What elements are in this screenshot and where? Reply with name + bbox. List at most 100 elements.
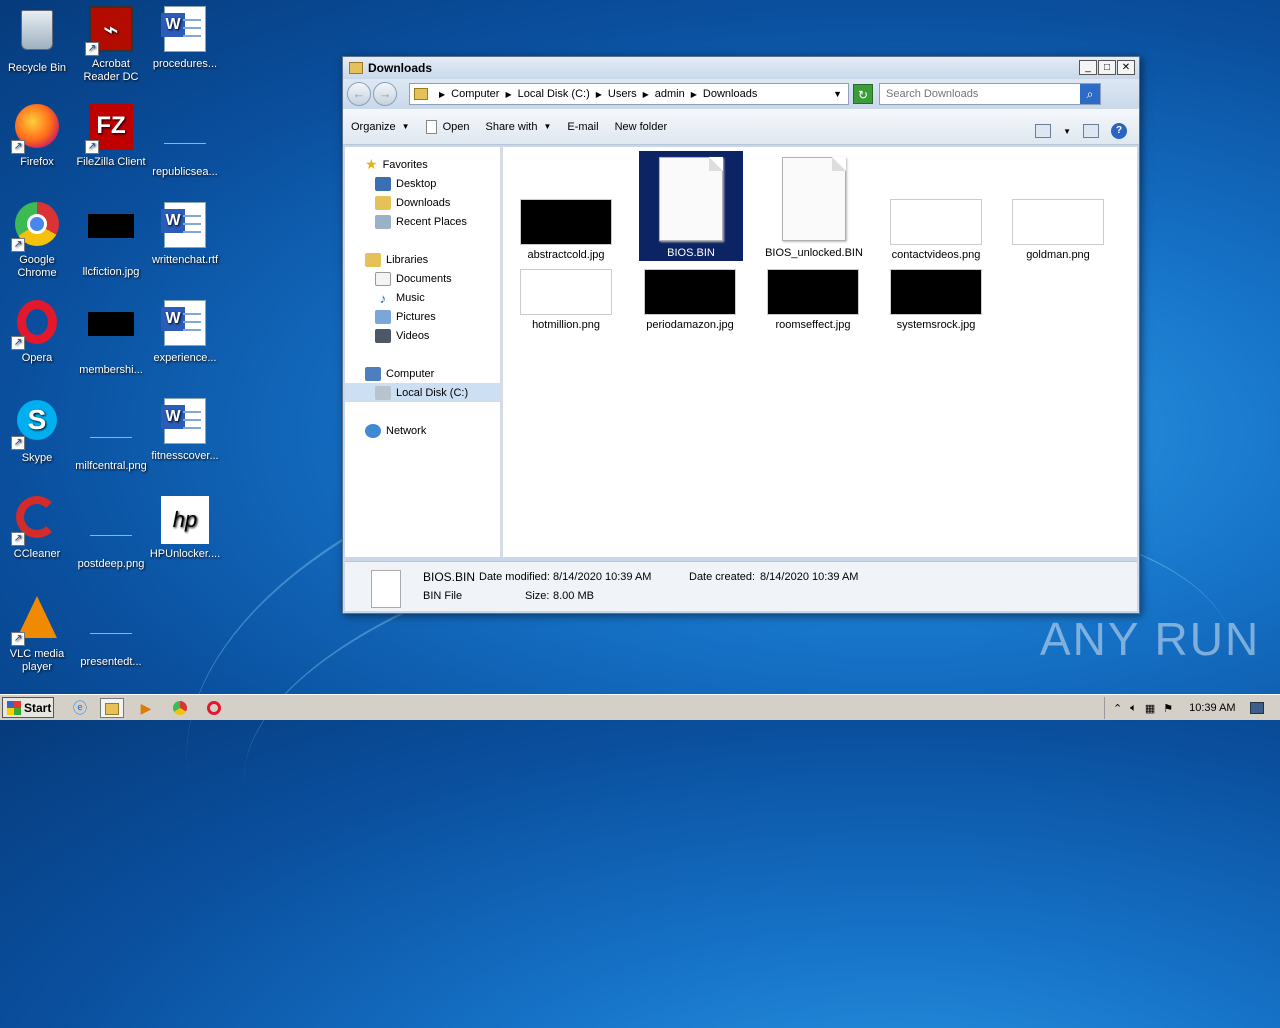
desktop-icon-milfcentral[interactable]: milfcentral.png — [74, 398, 148, 473]
desktop-icon-label: HPUnlocker.... — [149, 548, 221, 560]
explorer-taskbar-button[interactable] — [100, 698, 124, 718]
desktop-icon-vlc[interactable]: ↗ VLC media player — [0, 594, 74, 674]
nav-network[interactable]: Network — [345, 421, 500, 440]
volume-icon[interactable]: 🔈︎ — [1130, 702, 1137, 715]
share-label: Share with — [485, 120, 538, 133]
word-doc-icon — [161, 398, 209, 446]
nav-pictures[interactable]: Pictures — [345, 307, 500, 326]
nav-libraries[interactable]: Libraries — [345, 250, 500, 269]
internet-explorer-icon[interactable]: ⓔ — [68, 698, 92, 718]
file-item[interactable]: abstractcold.jpg — [511, 199, 621, 261]
close-button[interactable]: ✕ — [1117, 60, 1135, 75]
nav-videos[interactable]: Videos — [345, 326, 500, 345]
file-item[interactable]: goldman.png — [1003, 199, 1113, 261]
share-with-button[interactable]: Share with ▼ — [485, 121, 551, 133]
action-center-flag-icon[interactable]: ⚑ — [1163, 702, 1173, 715]
desktop-icon-experience[interactable]: experience... — [148, 300, 222, 365]
search-input[interactable] — [880, 88, 1080, 100]
desktop-icon-fitnesscover[interactable]: fitnesscover... — [148, 398, 222, 463]
forward-arrow-icon[interactable]: → — [373, 82, 397, 106]
view-options-icon[interactable] — [1035, 124, 1052, 138]
nav-recent-places[interactable]: Recent Places — [345, 212, 500, 231]
breadcrumb-users[interactable]: Users — [608, 88, 637, 100]
nav-local-disk[interactable]: Local Disk (C:) — [345, 383, 500, 402]
chrome-taskbar-icon[interactable] — [168, 698, 192, 718]
chevron-down-icon[interactable]: ▼ — [833, 89, 842, 99]
downloads-folder-icon — [375, 195, 391, 210]
desktop-icon-filezilla[interactable]: FZ ↗ FileZilla Client — [74, 104, 148, 169]
breadcrumb-admin[interactable]: admin — [655, 88, 685, 100]
chevron-right-icon[interactable]: ▶ — [643, 90, 649, 99]
nav-desktop[interactable]: Desktop — [345, 174, 500, 193]
computer-icon — [365, 366, 381, 381]
network-icon — [365, 423, 381, 438]
file-item[interactable]: periodamazon.jpg — [635, 269, 745, 331]
desktop-icon-presentedt[interactable]: presentedt... — [74, 594, 148, 669]
preview-pane-icon[interactable] — [1083, 124, 1099, 138]
chrome-icon: ↗ — [11, 202, 61, 252]
chevron-right-icon[interactable]: ▶ — [691, 90, 697, 99]
desktop-icon-hpunlocker[interactable]: hp HPUnlocker.... — [148, 496, 222, 561]
nav-documents[interactable]: Documents — [345, 269, 500, 288]
show-hidden-icons-chevron-icon[interactable]: ⌃ — [1113, 702, 1122, 715]
desktop-icon-postdeep[interactable]: postdeep.png — [74, 496, 148, 571]
details-file-name: BIOS.BIN — [423, 570, 476, 584]
desktop-icon-firefox[interactable]: ↗ Firefox — [0, 104, 74, 169]
back-arrow-icon[interactable]: ← — [347, 82, 371, 106]
new-folder-button[interactable]: New folder — [615, 121, 668, 133]
file-item[interactable]: BIOS_unlocked.BIN — [759, 157, 869, 259]
desktop-icon-ccleaner[interactable]: ↗ CCleaner — [0, 496, 74, 561]
desktop-icon-acrobat[interactable]: ⌁ ↗ Acrobat Reader DC — [74, 6, 148, 84]
open-button[interactable]: Open — [425, 119, 469, 134]
email-button[interactable]: E-mail — [567, 121, 598, 133]
desktop-icon-llcfiction[interactable]: llcfiction.jpg — [74, 202, 148, 279]
clock[interactable]: 10:39 AM — [1189, 702, 1235, 714]
breadcrumb[interactable]: ▶ Computer ▶ Local Disk (C:) ▶ Users ▶ a… — [409, 83, 849, 105]
nav-downloads[interactable]: Downloads — [345, 193, 500, 212]
file-item[interactable]: roomseffect.jpg — [758, 269, 868, 331]
show-desktop-icon[interactable] — [1249, 702, 1264, 714]
chevron-right-icon[interactable]: ▶ — [596, 90, 602, 99]
file-item-selected[interactable]: BIOS.BIN — [639, 151, 743, 261]
breadcrumb-local-disk[interactable]: Local Disk (C:) — [518, 88, 590, 100]
chevron-right-icon[interactable]: ▶ — [505, 90, 511, 99]
anyrun-watermark: ANY RUN — [1040, 613, 1261, 665]
start-button[interactable]: Start — [2, 697, 54, 718]
chevron-right-icon: ▶ — [439, 89, 446, 99]
search-icon[interactable]: ⌕ — [1080, 84, 1100, 104]
windows-logo-icon — [7, 700, 21, 715]
file-item[interactable]: systemsrock.jpg — [881, 269, 991, 331]
nav-music[interactable]: ♪ Music — [345, 288, 500, 307]
maximize-button[interactable]: □ — [1098, 60, 1116, 75]
filezilla-icon: FZ ↗ — [85, 104, 135, 154]
breadcrumb-computer[interactable]: Computer — [451, 88, 499, 100]
address-bar-row: ← → ▶ Computer ▶ Local Disk (C:) ▶ Users… — [343, 79, 1139, 109]
desktop-icon-procedures[interactable]: procedures... — [148, 6, 222, 71]
breadcrumb-downloads[interactable]: Downloads — [703, 88, 757, 100]
opera-taskbar-icon[interactable] — [202, 698, 226, 718]
title-bar[interactable]: Downloads _ □ ✕ — [343, 57, 1139, 79]
details-modified-label: Date modified: — [479, 571, 550, 583]
network-tray-icon[interactable]: ▦ — [1145, 702, 1155, 715]
desktop-icon-republicsea[interactable]: republicsea... — [148, 104, 222, 179]
refresh-icon[interactable]: ↻ — [853, 84, 873, 104]
chevron-down-icon[interactable]: ▼ — [1063, 127, 1071, 136]
desktop-icon-chrome[interactable]: ↗ Google Chrome — [0, 202, 74, 280]
help-icon[interactable]: ? — [1111, 123, 1127, 139]
desktop-icon-writtenchat[interactable]: writtenchat.rtf — [148, 202, 222, 267]
file-item[interactable]: hotmillion.png — [511, 269, 621, 331]
desktop-icon-skype[interactable]: S ↗ Skype — [0, 398, 74, 465]
nav-label: Local Disk (C:) — [396, 386, 469, 399]
media-player-icon[interactable]: ▶ — [134, 698, 158, 718]
organize-button[interactable]: Organize ▼ — [351, 121, 410, 133]
desktop-icon-membershi[interactable]: membershi... — [74, 300, 148, 377]
desktop-icon-opera[interactable]: ↗ Opera — [0, 300, 74, 365]
desktop-icon-recycle-bin[interactable]: Recycle Bin — [0, 6, 74, 75]
file-item[interactable]: contactvideos.png — [881, 199, 991, 261]
desktop-icon-label: VLC media player — [9, 648, 65, 673]
nav-favorites[interactable]: ★ Favorites — [345, 155, 500, 174]
nav-computer[interactable]: Computer — [345, 364, 500, 383]
nav-label: Music — [396, 291, 425, 304]
image-thumbnail — [1012, 199, 1104, 245]
minimize-button[interactable]: _ — [1079, 60, 1097, 75]
